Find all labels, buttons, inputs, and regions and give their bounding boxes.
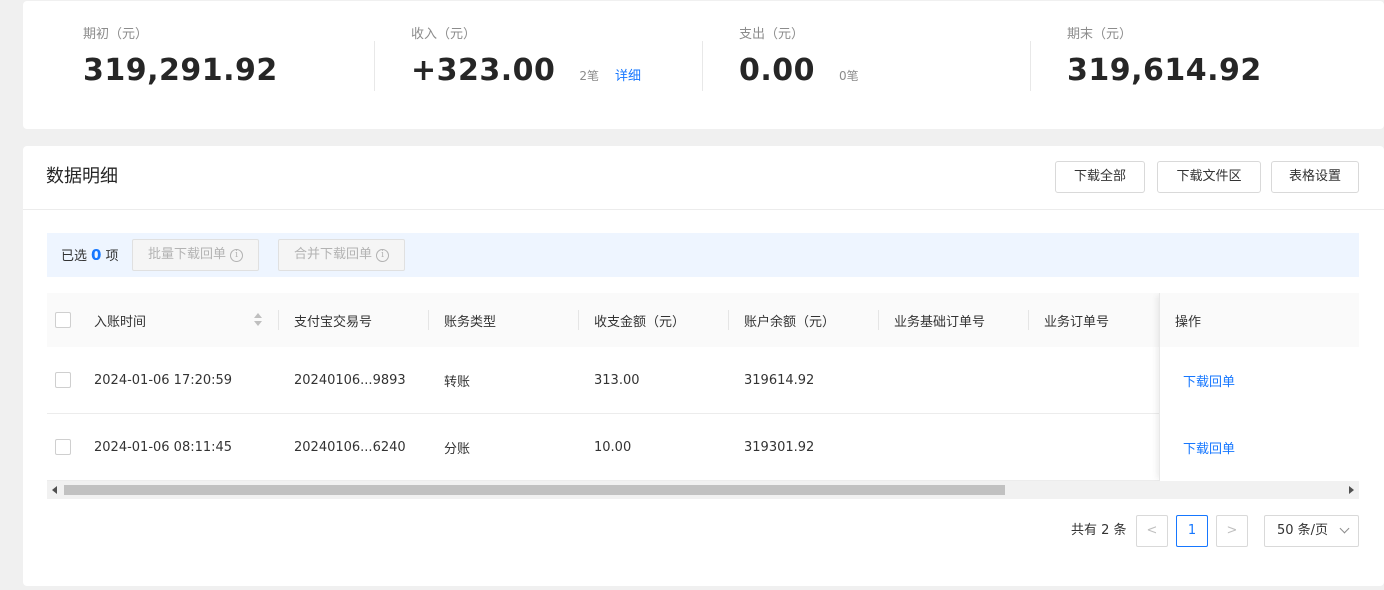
header-type: 账务类型: [444, 314, 497, 330]
cell-time: 2024-01-06 17:20:59: [94, 372, 233, 388]
stat-expense: 支出（元） 0.00 0笔: [739, 25, 859, 89]
cell-trade-no: 20240106...6240: [294, 439, 406, 455]
panel-divider: [23, 209, 1384, 210]
stat-closing-value: 319,614.92: [1067, 53, 1262, 88]
income-detail-link[interactable]: 详细: [615, 65, 641, 84]
prev-page-button[interactable]: <: [1136, 515, 1168, 547]
cell-type: 分账: [444, 441, 471, 457]
header-action: 操作: [1175, 314, 1202, 330]
action-column: 操作 下载回单 下载回单: [1159, 293, 1359, 481]
cell-type: 转账: [444, 374, 471, 390]
stat-divider: [702, 41, 703, 91]
stat-expense-count: 0笔: [839, 69, 859, 83]
download-file-area-button[interactable]: 下载文件区: [1157, 161, 1261, 193]
selection-bar: 已选 0 项 批量下载回单 i 合并下载回单 i: [47, 233, 1359, 277]
selection-count-text: 已选 0 项: [61, 233, 118, 279]
page-1-button[interactable]: 1: [1176, 515, 1208, 547]
page-size-select[interactable]: 50 条/页: [1264, 515, 1359, 547]
select-all-checkbox[interactable]: [55, 312, 71, 328]
stat-expense-value: 0.00: [739, 53, 816, 88]
stat-opening-label: 期初（元）: [83, 27, 149, 42]
info-icon: i: [230, 248, 244, 262]
download-all-button[interactable]: 下载全部: [1055, 161, 1145, 193]
batch-download-receipt-button[interactable]: 批量下载回单 i: [132, 239, 260, 271]
stat-closing-label: 期末（元）: [1067, 27, 1133, 42]
batch-download-label: 批量下载回单: [148, 247, 227, 262]
transactions-table: 入账时间 支付宝交易号 账务类型 收支金额（元） 账户余额（元） 业务基础订单号…: [47, 293, 1359, 481]
stat-income-value: +323.00: [411, 53, 556, 88]
selection-suffix: 项: [105, 249, 119, 264]
row-checkbox[interactable]: [55, 372, 71, 388]
cell-amount: 313.00: [594, 372, 640, 388]
selection-prefix: 已选: [61, 249, 88, 264]
cell-balance: 319301.92: [744, 439, 815, 455]
header-base-order: 业务基础订单号: [894, 314, 986, 330]
info-icon: i: [376, 248, 390, 262]
sort-icon[interactable]: [253, 313, 263, 327]
stat-opening-value: 319,291.92: [83, 53, 278, 88]
cell-trade-no: 20240106...9893: [294, 372, 406, 388]
cell-amount: 10.00: [594, 439, 632, 455]
stat-closing: 期末（元） 319,614.92: [1067, 25, 1262, 89]
scrollbar-thumb[interactable]: [64, 485, 1005, 495]
cell-balance: 319614.92: [744, 372, 815, 388]
header-amount: 收支金额（元）: [594, 314, 686, 330]
stat-divider: [374, 41, 375, 91]
row-checkbox[interactable]: [55, 439, 71, 455]
summary-card: 期初（元） 319,291.92 收入（元） +323.00 2笔 详细 支出（…: [23, 1, 1384, 129]
horizontal-scrollbar[interactable]: [47, 481, 1359, 499]
header-balance: 账户余额（元）: [744, 314, 836, 330]
stat-income-label: 收入（元）: [411, 27, 477, 42]
merge-download-label: 合并下载回单: [294, 247, 373, 262]
header-order: 业务订单号: [1044, 314, 1110, 330]
data-detail-panel: 数据明细 下载全部 下载文件区 表格设置 已选 0 项 批量下载回单 i 合并下载回…: [23, 146, 1384, 586]
cell-time: 2024-01-06 08:11:45: [94, 439, 233, 455]
header-trade-no: 支付宝交易号: [294, 314, 373, 330]
download-receipt-link[interactable]: 下载回单: [1183, 438, 1235, 457]
header-time: 入账时间: [94, 314, 147, 330]
panel-title: 数据明细: [46, 166, 118, 187]
stat-opening: 期初（元） 319,291.92: [83, 25, 278, 89]
chevron-down-icon: [1339, 523, 1350, 534]
pagination-total: 共有 2 条: [1071, 523, 1127, 538]
download-receipt-link[interactable]: 下载回单: [1183, 371, 1235, 390]
merge-download-receipt-button[interactable]: 合并下载回单 i: [278, 239, 406, 271]
table-settings-button[interactable]: 表格设置: [1271, 161, 1359, 193]
stat-income-count: 2笔: [579, 69, 600, 83]
selection-count: 0: [91, 246, 102, 264]
scroll-right-icon[interactable]: [1349, 486, 1354, 494]
scroll-left-icon[interactable]: [52, 486, 57, 494]
stat-divider: [1030, 41, 1031, 91]
next-page-button[interactable]: >: [1216, 515, 1248, 547]
stat-expense-label: 支出（元）: [739, 27, 805, 42]
page-size-value: 50 条/页: [1277, 523, 1329, 538]
stat-income: 收入（元） +323.00 2笔 详细: [411, 25, 641, 89]
